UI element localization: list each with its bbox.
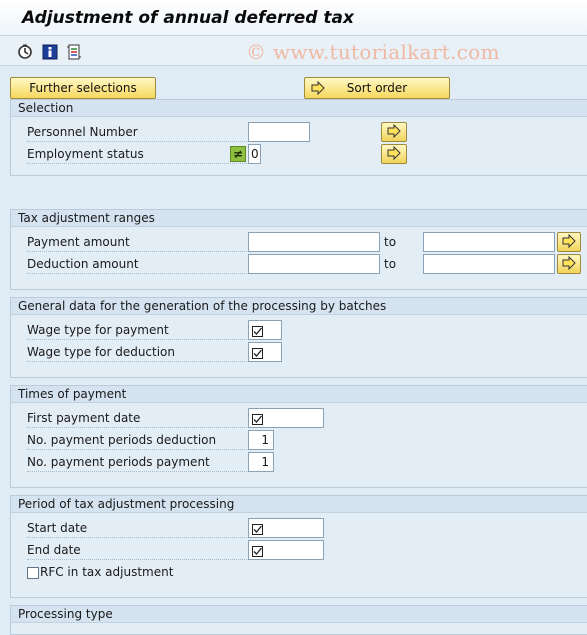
deduction-amount-to-label: to [384, 257, 397, 271]
arrow-right-icon [562, 255, 576, 273]
sort-order-label: Sort order [346, 81, 408, 95]
required-check-icon [252, 324, 263, 337]
section-heading: Times of payment [11, 386, 587, 403]
payment-periods-payment-input[interactable]: 1 [248, 452, 274, 472]
start-date-label: Start date [27, 518, 251, 538]
employment-status-label: Employment status [27, 144, 251, 164]
further-selections-button[interactable]: Further selections [10, 77, 156, 99]
page-title: Adjustment of annual deferred tax [22, 8, 354, 28]
payment-periods-deduction-label: No. payment periods deduction [27, 430, 251, 450]
arrow-right-icon [311, 80, 325, 98]
section-heading: General data for the generation of the p… [11, 298, 587, 315]
arrow-right-icon [387, 123, 401, 141]
general-data-section: General data for the generation of the p… [10, 297, 587, 378]
required-check-icon [252, 544, 263, 557]
payment-periods-deduction-input[interactable]: 1 [248, 430, 274, 450]
processing-type-section: Processing type [10, 605, 587, 635]
section-heading: Selection [11, 100, 587, 117]
selection-section: Selection Personnel Number Employment st… [10, 99, 587, 176]
deduction-amount-multiple-selection-button[interactable] [557, 254, 581, 274]
execute-icon[interactable] [17, 44, 33, 60]
payment-amount-to-label: to [384, 235, 397, 249]
section-heading: Period of tax adjustment processing [11, 496, 587, 513]
payment-periods-payment-label: No. payment periods payment [27, 452, 251, 472]
tax-adjustment-period-section: Period of tax adjustment processing Star… [10, 495, 587, 598]
first-payment-date-label: First payment date [27, 408, 251, 428]
payment-amount-label: Payment amount [27, 232, 251, 252]
wage-type-deduction-input[interactable] [248, 342, 282, 362]
tax-adjustment-ranges-section: Tax adjustment ranges Payment amount to … [10, 209, 587, 290]
personnel-number-label: Personnel Number [27, 122, 251, 142]
times-of-payment-section: Times of payment First payment date No. … [10, 385, 587, 488]
employment-status-multiple-selection-button[interactable] [381, 144, 407, 164]
deduction-amount-label: Deduction amount [27, 254, 251, 274]
required-check-icon [252, 522, 263, 535]
information-icon[interactable] [42, 44, 58, 60]
end-date-label: End date [27, 540, 251, 560]
arrow-right-icon [562, 233, 576, 251]
watermark: © www.tutorialkart.com [246, 40, 500, 64]
title-bar: Adjustment of annual deferred tax [0, 0, 587, 36]
first-payment-date-input[interactable] [248, 408, 324, 428]
wage-type-payment-label: Wage type for payment [27, 320, 251, 340]
employment-status-input[interactable]: 0 [248, 144, 261, 164]
sort-order-button[interactable]: Sort order [304, 77, 450, 99]
deduction-amount-to-input[interactable] [423, 254, 555, 274]
payment-amount-to-input[interactable] [423, 232, 555, 252]
personnel-number-input[interactable] [248, 122, 310, 142]
payment-amount-from-input[interactable] [248, 232, 380, 252]
section-heading: Tax adjustment ranges [11, 210, 587, 227]
variant-icon[interactable] [66, 44, 82, 60]
rfc-checkbox[interactable] [27, 567, 39, 579]
not-equal-operator-icon[interactable]: ≠ [230, 146, 246, 162]
required-check-icon [252, 346, 263, 359]
section-heading: Processing type [11, 606, 587, 623]
end-date-input[interactable] [248, 540, 324, 560]
further-selections-label: Further selections [29, 81, 137, 95]
personnel-number-multiple-selection-button[interactable] [381, 122, 407, 142]
wage-type-payment-input[interactable] [248, 320, 282, 340]
required-check-icon [252, 412, 263, 425]
payment-amount-multiple-selection-button[interactable] [557, 232, 581, 252]
wage-type-deduction-label: Wage type for deduction [27, 342, 251, 362]
arrow-right-icon [387, 145, 401, 163]
rfc-label: RFC in tax adjustment [40, 565, 174, 579]
deduction-amount-from-input[interactable] [248, 254, 380, 274]
start-date-input[interactable] [248, 518, 324, 538]
